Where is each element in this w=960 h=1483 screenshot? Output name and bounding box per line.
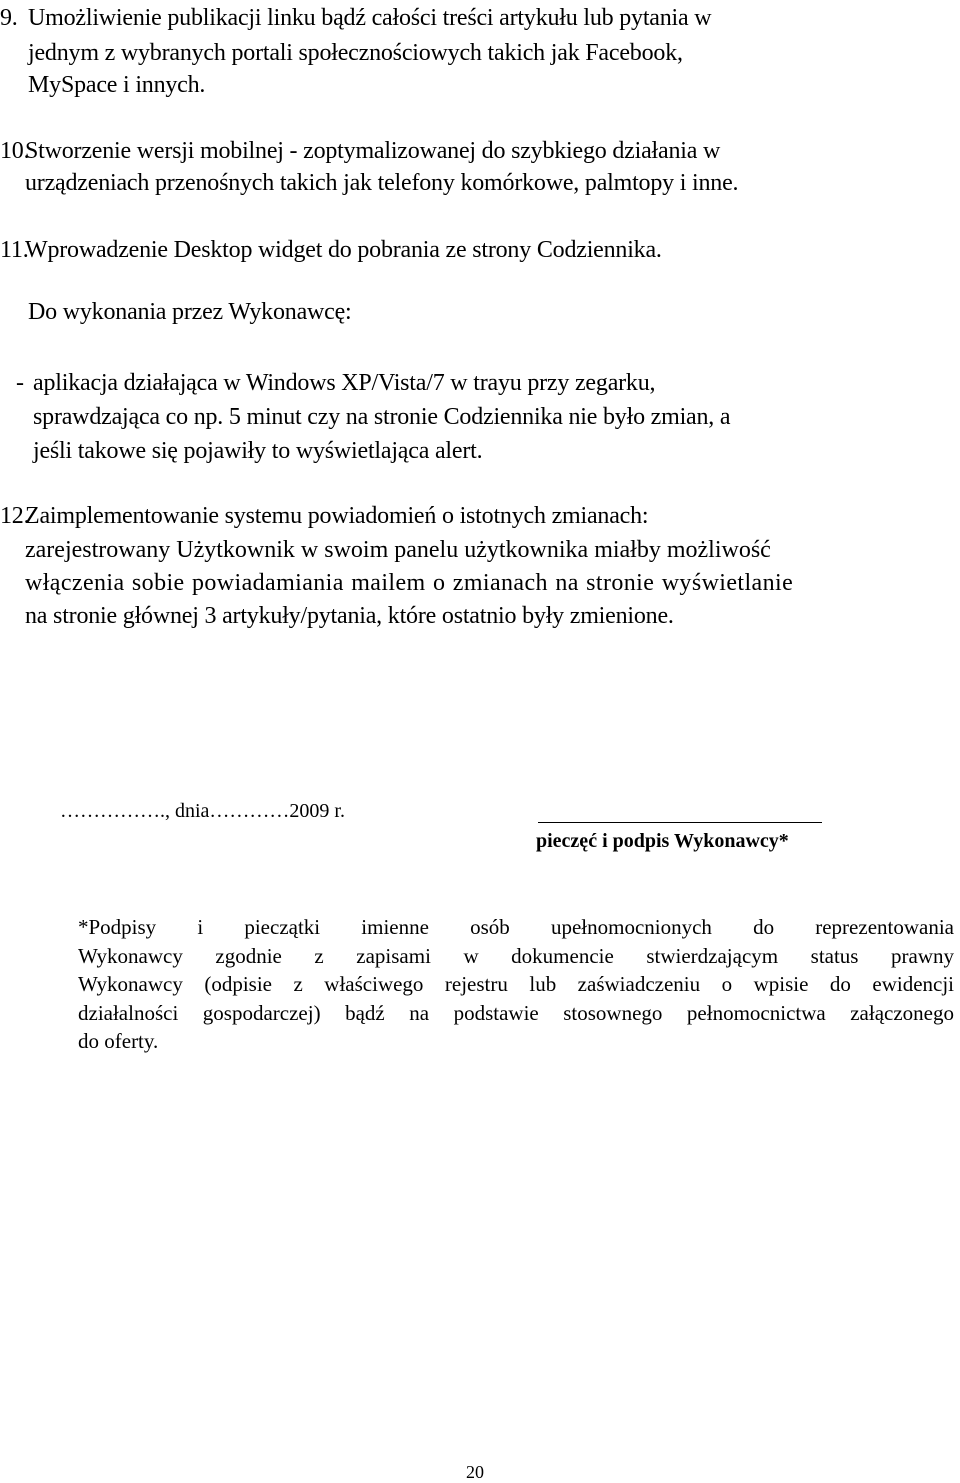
- footnote-line: Wykonawcy (odpisie z właściwego rejestru…: [78, 972, 954, 997]
- item-text-line: Wprowadzenie Desktop widget do pobrania …: [25, 237, 662, 263]
- footnote-line: działalności gospodarczej) bądź na podst…: [78, 1000, 954, 1025]
- item-text-line: na stronie głównej 3 artykuły/pytania, k…: [25, 603, 674, 629]
- item-text-line: Umożliwienie publikacji linku bądź całoś…: [28, 5, 712, 31]
- item-number: 9.: [0, 5, 18, 31]
- item-text-line: włączenia sobie powiadamiania mailem o z…: [25, 570, 794, 596]
- contractor-task-line: jeśli takowe się pojawiły to wyświetlają…: [33, 438, 483, 464]
- item-text-line: jednym z wybranych portali społecznościo…: [28, 40, 683, 66]
- bullet-dash: -: [16, 370, 24, 396]
- footnote-line: *Podpisy i pieczątki imienne osób upełno…: [78, 915, 954, 939]
- footnote: *Podpisy i pieczątki imienne osób upełno…: [78, 913, 954, 1056]
- item-text-line: urządzeniach przenośnych takich jak tele…: [25, 170, 739, 196]
- contractor-task-line: sprawdzająca co np. 5 minut czy na stron…: [33, 404, 731, 430]
- item-text-line: Zaimplementowanie systemu powiadomień o …: [25, 503, 649, 529]
- item-text-line: zarejestrowany Użytkownik w swoim panelu…: [25, 537, 771, 563]
- place-date-field: ……………., dnia…………2009 r.: [60, 800, 345, 822]
- item-text-line: Stworzenie wersji mobilnej - zoptymalizo…: [25, 138, 721, 164]
- footnote-line: do oferty.: [78, 1029, 159, 1054]
- footnote-line: Wykonawcy zgodnie z zapisami w dokumenci…: [78, 943, 954, 968]
- page-number: 20: [466, 1462, 484, 1482]
- item-text-line: MySpace i innych.: [28, 72, 206, 98]
- contractor-task-line: aplikacja działająca w Windows XP/Vista/…: [33, 370, 656, 396]
- contractor-task-heading: Do wykonania przez Wykonawcę:: [28, 299, 352, 325]
- signature-label: pieczęć i podpis Wykonawcy*: [536, 830, 789, 852]
- signature-line: [538, 822, 822, 823]
